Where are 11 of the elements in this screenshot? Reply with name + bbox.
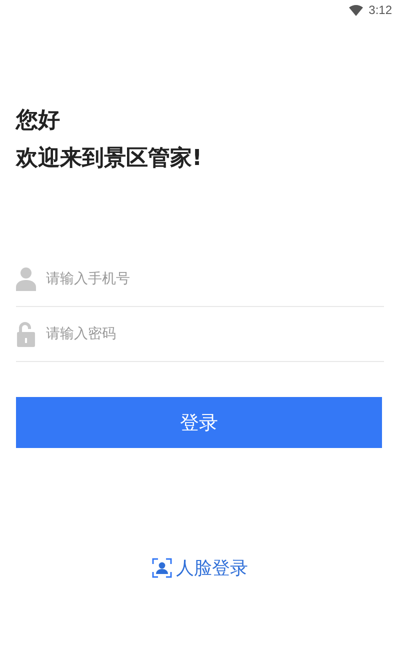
status-time: 3:12: [368, 3, 392, 17]
face-login-link[interactable]: 人脸登录: [152, 556, 248, 580]
unlocked-padlock-icon: [16, 321, 36, 347]
greeting-text: 您好: [16, 107, 60, 135]
face-scan-icon: [152, 558, 172, 578]
login-button[interactable]: 登录: [16, 397, 382, 448]
user-icon: [16, 267, 36, 291]
wifi-icon: [348, 4, 363, 16]
password-field[interactable]: 请输入密码: [46, 319, 384, 349]
greeting-text: 欢迎来到景区管家!: [16, 144, 202, 173]
phone-field[interactable]: 请输入手机号: [46, 264, 384, 294]
